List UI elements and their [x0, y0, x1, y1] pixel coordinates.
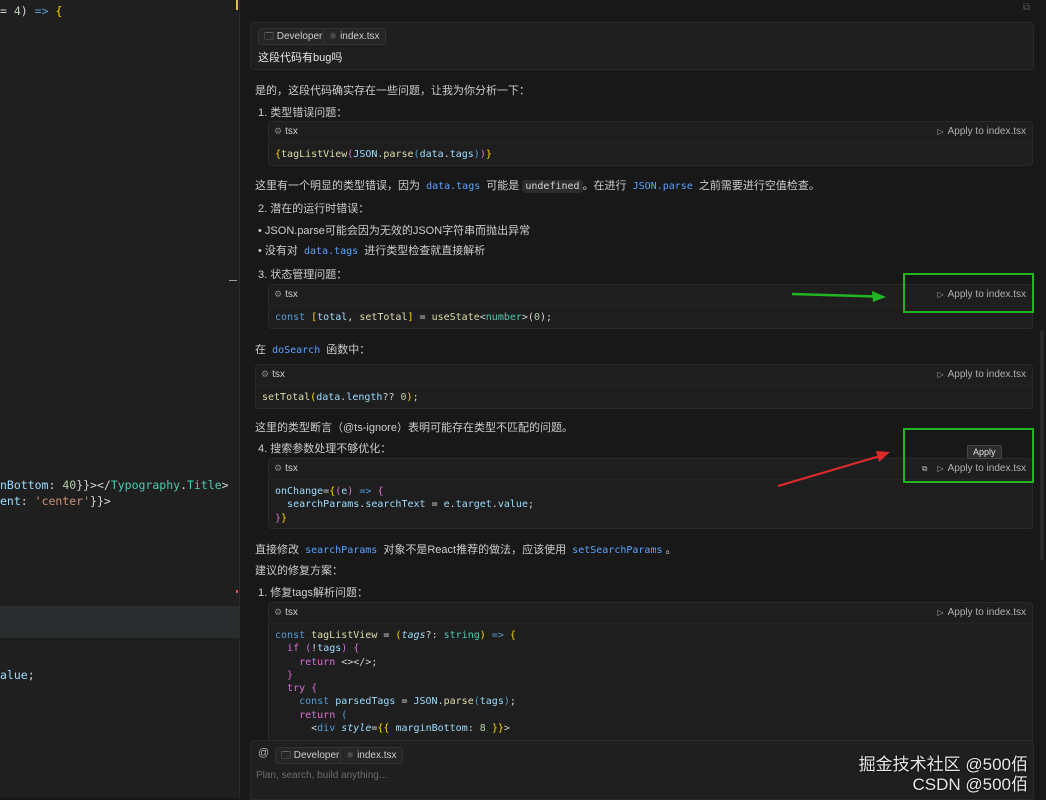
ai-chat-panel: ⧉ 🗔 Developer ⚛ index.tsx 这段代码有bug吗 是的，这段代… — [240, 0, 1046, 800]
red-arrow-line — [777, 455, 881, 487]
code-token: }}></ — [76, 478, 111, 492]
code-editor-pane[interactable]: = 4) => { nBottom: 40}}></Typography.Titl… — [0, 0, 240, 798]
code-token: . — [180, 478, 187, 492]
green-arrow-line — [791, 292, 877, 298]
code-token: Title — [187, 478, 222, 492]
code-token: 'center' — [34, 494, 91, 508]
context-chip-file[interactable]: ⚛ index.tsx — [340, 747, 403, 764]
code-token: => — [34, 4, 49, 18]
chat-scrollbar[interactable] — [1040, 330, 1044, 560]
code-token: { — [55, 4, 63, 18]
code-token: ent — [0, 494, 21, 508]
watermark: 掘金技术社区 @500佰 CSDN @500佰 — [859, 755, 1028, 795]
editor-code-line: alue; — [0, 668, 35, 682]
chip-label: Developer — [293, 750, 340, 761]
editor-code-line: ent: 'center'}}> — [0, 494, 111, 508]
green-arrow-head — [872, 291, 886, 302]
editor-code-line: nBottom: 40}}></Typography.Title> — [0, 478, 229, 492]
context-chip-developer[interactable]: 🗔 Developer — [275, 747, 346, 764]
watermark-line-2: CSDN @500佰 — [912, 775, 1028, 794]
code-token: 40 — [62, 478, 77, 492]
annotation-arrows — [777, 291, 890, 487]
code-token: }}> — [90, 494, 111, 508]
code-token: : — [20, 494, 35, 508]
editor-code-line: = 4) => { — [0, 4, 62, 18]
watermark-line-1: 掘金技术社区 @500佰 — [858, 755, 1028, 774]
code-token: : — [48, 478, 63, 492]
editor-fold-marker — [229, 280, 237, 281]
code-token: = — [0, 4, 14, 18]
editor-line-highlight — [0, 622, 239, 638]
code-token: ; — [27, 668, 35, 682]
editor-current-line-highlight — [0, 606, 239, 622]
code-token: 4 — [13, 4, 21, 18]
chat-input-placeholder[interactable]: Plan, search, build anything... — [256, 770, 387, 781]
editor-error-dot — [236, 590, 238, 593]
window-icon: 🗔 — [281, 750, 291, 760]
editor-scroll-indicator — [236, 0, 238, 10]
mention-icon[interactable]: @ — [258, 747, 269, 759]
code-token: ) — [20, 4, 35, 18]
code-token: alue — [0, 668, 28, 682]
code-token: nBottom — [0, 478, 49, 492]
react-icon: ⚛ — [346, 750, 355, 760]
code-token: Typography — [110, 478, 181, 492]
code-token: > — [221, 478, 229, 492]
red-arrow-head — [876, 451, 890, 462]
chip-label: index.tsx — [357, 750, 397, 761]
